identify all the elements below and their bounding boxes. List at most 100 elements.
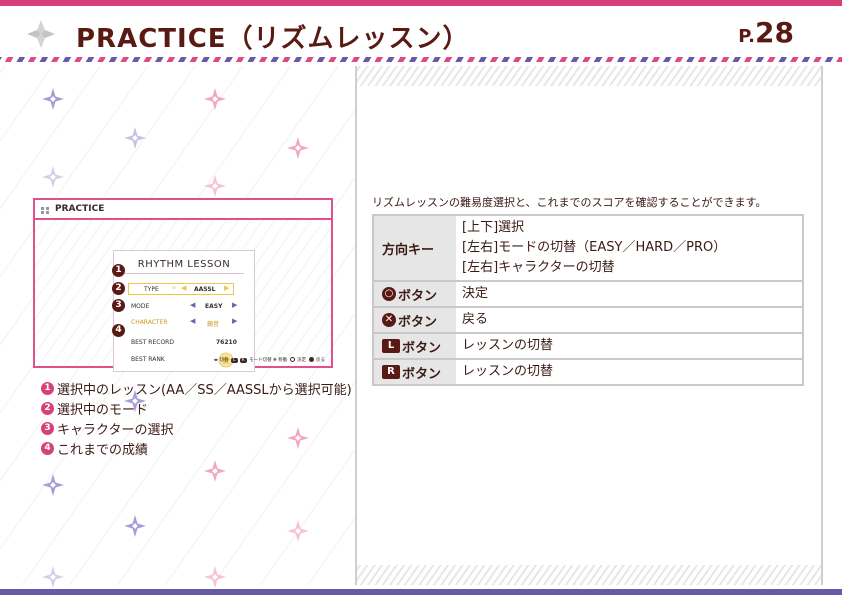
legend-text: 選択中のレッスン(AA／SS／AASSLから選択可能)	[57, 382, 352, 398]
screenshot-footer-hints: ◂▸ 切替 LR モード切替 ✥ 移動 決定 戻る	[214, 357, 325, 363]
sparkle-icon	[287, 520, 309, 542]
game-screenshot: PRACTICE RHYTHM LESSON TYPE » ◀ AASSL ▶ …	[33, 198, 333, 372]
control-key-dpad: 方向キー	[374, 216, 456, 280]
double-chevron-right-icon: »	[172, 284, 177, 292]
control-description: レッスンの切替	[456, 360, 802, 384]
page-number: P.28	[738, 16, 794, 49]
control-description: 決定	[456, 282, 802, 306]
page-title: PRACTICE（リズムレッスン）	[76, 24, 470, 54]
control-description: 戻る	[456, 308, 802, 332]
control-row-dpad: 方向キー [上下]選択 [左右]モードの切替（EASY／HARD／PRO） [左…	[374, 216, 802, 280]
control-key-cross: ✕ ボタン	[374, 308, 456, 332]
best-record-row: BEST RECORD 76210	[114, 335, 254, 349]
type-label: TYPE	[144, 286, 159, 293]
type-row: TYPE » ◀ AASSL ▶	[114, 282, 254, 296]
circle-button-icon	[289, 357, 295, 362]
page-number-value: 28	[755, 16, 794, 49]
legend-text: キャラクターの選択	[57, 422, 174, 438]
legend-item: 4 これまでの成績	[41, 438, 352, 458]
control-line: 戻る	[462, 312, 489, 327]
best-record-label: BEST RECORD	[131, 339, 174, 346]
legend-number: 1	[41, 381, 54, 395]
grid-dots-icon	[41, 207, 49, 214]
sparkle-icon	[42, 88, 64, 110]
character-label: CHARACTER	[131, 319, 168, 326]
control-description: [上下]選択 [左右]モードの切替（EASY／HARD／PRO） [左右]キャラ…	[456, 216, 802, 280]
control-key-label: ボタン	[402, 340, 442, 356]
control-key-label: ボタン	[398, 314, 438, 330]
control-row-circle: ○ ボタン 決定	[374, 280, 802, 306]
mode-value: EASY	[205, 303, 223, 310]
sparkle-icon	[204, 460, 226, 482]
sparkle-icon	[124, 515, 146, 537]
legend-number: 3	[41, 421, 54, 435]
sparkle-icon	[124, 127, 146, 149]
lr-icon: ◂▸	[213, 358, 219, 363]
footer-switch: 切替	[219, 358, 229, 363]
callout-badge-4: 4	[112, 324, 125, 337]
sparkle-icon	[204, 566, 226, 588]
control-line: [上下]選択	[462, 220, 525, 235]
legend-item: 3 キャラクターの選択	[41, 418, 352, 438]
control-key-circle: ○ ボタン	[374, 282, 456, 306]
cross-button-icon	[308, 357, 314, 362]
arrow-left-icon: ◀	[190, 317, 196, 325]
arrow-right-icon: ▶	[232, 301, 238, 309]
rhythm-lesson-card: RHYTHM LESSON TYPE » ◀ AASSL ▶ MODE ◀ EA…	[113, 250, 255, 372]
screenshot-header: PRACTICE	[35, 200, 331, 220]
mode-row: MODE ◀ EASY ▶	[114, 299, 254, 313]
intro-text: リズムレッスンの難易度選択と、これまでのスコアを確認することができます。	[372, 196, 767, 209]
control-row-cross: ✕ ボタン 戻る	[374, 306, 802, 332]
footer-decide: 決定	[297, 358, 307, 363]
best-record-value: 76210	[216, 339, 237, 346]
control-key-label: ボタン	[402, 366, 442, 382]
callout-badge-1: 1	[112, 264, 125, 277]
airmail-stripe-divider	[0, 57, 842, 62]
legend-text: これまでの成績	[57, 442, 149, 458]
l-key-icon: L	[231, 358, 238, 363]
arrow-right-icon: ▶	[232, 317, 238, 325]
sparkle-icon	[42, 166, 64, 188]
arrow-left-icon: ◀	[190, 301, 196, 309]
diamond-ornament-icon	[27, 20, 55, 48]
footer-move: 移動	[278, 358, 288, 363]
controls-table: 方向キー [上下]選択 [左右]モードの切替（EASY／HARD／PRO） [左…	[372, 214, 804, 386]
footer-mode-switch: モード切替	[249, 358, 272, 363]
l-button-icon: L	[382, 339, 400, 353]
control-row-r: R ボタン レッスンの切替	[374, 358, 802, 384]
mode-label: MODE	[131, 303, 150, 310]
character-row: CHARACTER ◀ 鏡音 ▶	[114, 315, 254, 329]
screenshot-background: RHYTHM LESSON TYPE » ◀ AASSL ▶ MODE ◀ EA…	[35, 220, 331, 372]
r-button-icon: R	[382, 365, 400, 379]
control-key-label: ボタン	[398, 288, 438, 304]
dpad-icon: ✥	[273, 358, 277, 363]
control-row-l: L ボタン レッスンの切替	[374, 332, 802, 358]
arrow-right-icon: ▶	[224, 284, 230, 292]
footer-back: 戻る	[316, 358, 325, 363]
legend-number: 4	[41, 441, 54, 455]
control-line: [左右]キャラクターの切替	[462, 260, 615, 275]
right-panel-border	[821, 66, 823, 585]
card-title-rule	[124, 273, 244, 274]
legend-text: 選択中のモード	[57, 402, 149, 418]
cross-button-icon: ✕	[382, 313, 396, 327]
control-key-l: L ボタン	[374, 334, 456, 358]
sparkle-icon	[42, 566, 64, 588]
top-stripe-band	[357, 66, 821, 86]
arrow-left-icon: ◀	[181, 284, 187, 292]
sparkle-icon	[204, 175, 226, 197]
card-title: RHYTHM LESSON	[137, 259, 231, 270]
circle-button-icon: ○	[382, 287, 396, 301]
r-key-icon: R	[239, 358, 247, 363]
sparkle-icon	[42, 474, 64, 496]
page-header: PRACTICE（リズムレッスン） P.28	[0, 6, 842, 61]
best-rank-label: BEST RANK	[131, 356, 165, 363]
type-value: AASSL	[194, 286, 216, 293]
control-line: 決定	[462, 286, 489, 301]
legend-item: 2 選択中のモード	[41, 398, 352, 418]
screenshot-title: PRACTICE	[55, 204, 105, 214]
sparkle-icon	[287, 137, 309, 159]
control-key-r: R ボタン	[374, 360, 456, 384]
sparkle-icon	[204, 88, 226, 110]
legend-item: 1 選択中のレッスン(AA／SS／AASSLから選択可能)	[41, 378, 352, 398]
